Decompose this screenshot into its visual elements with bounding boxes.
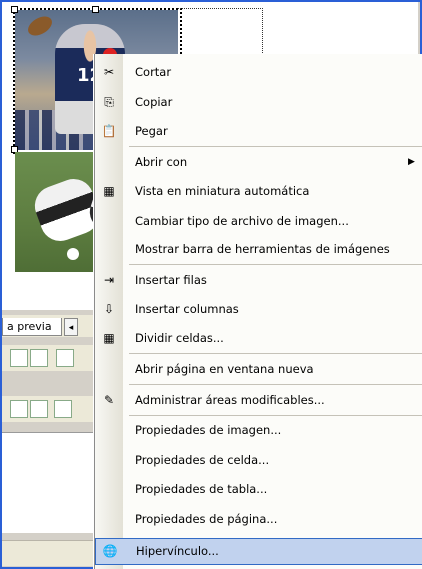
image-tool-icon[interactable] [30, 349, 48, 367]
menu-item-abrir-pagina[interactable]: Abrir página en ventana nueva [95, 357, 422, 381]
menu-item-label: Insertar columnas [135, 302, 239, 316]
status-bar [2, 540, 107, 566]
menu-item-label: Cortar [135, 65, 172, 79]
resize-handle[interactable] [92, 6, 99, 13]
menu-item-prop-imagen[interactable]: Propiedades de imagen... [95, 418, 422, 442]
menu-item-prop-celda[interactable]: Propiedades de celda... [95, 448, 422, 472]
editable-areas-icon: ✎ [103, 393, 115, 407]
hyperlink-icon: 🌐 [102, 544, 118, 558]
split-cells-icon: ▦ [103, 331, 115, 345]
insert-rows-icon: ⇥ [103, 273, 115, 287]
ball [67, 248, 79, 260]
menu-item-label: Abrir con [135, 155, 188, 169]
menu-item-administrar-areas[interactable]: ✎ Administrar áreas modificables... [95, 388, 422, 412]
menu-item-copiar[interactable]: ⎘ Copiar [95, 90, 422, 114]
thumbnail-icon: ▦ [103, 184, 115, 198]
menu-item-abrir-con[interactable]: Abrir con ▶ [95, 150, 422, 174]
scissors-icon: ✂ [103, 65, 115, 79]
menu-item-label: Abrir página en ventana nueva [135, 362, 314, 376]
menu-item-label: Mostrar barra de herramientas de imágene… [135, 242, 390, 256]
menu-separator [129, 384, 422, 385]
text-style-icon[interactable] [54, 400, 72, 418]
menu-item-cortar[interactable]: ✂ Cortar [95, 60, 422, 84]
menu-separator [129, 264, 422, 265]
menu-item-prop-tabla[interactable]: Propiedades de tabla... [95, 477, 422, 501]
menu-item-cambiar-tipo[interactable]: Cambiar tipo de archivo de imagen... [95, 209, 422, 233]
image-tool-icon[interactable] [10, 349, 28, 367]
form-field-icon[interactable] [30, 400, 48, 418]
menu-item-label: Pegar [135, 124, 168, 138]
fill-color-icon[interactable] [56, 349, 74, 367]
toolbar-icon[interactable] [10, 400, 28, 418]
menu-item-label: Propiedades de celda... [135, 453, 270, 467]
menu-item-label: Vista en miniatura automática [135, 184, 310, 198]
menu-item-label: Insertar filas [135, 273, 207, 287]
insert-columns-icon: ⇩ [103, 302, 115, 316]
properties-toolbar [2, 345, 107, 371]
menu-separator [129, 415, 422, 416]
menu-separator [129, 146, 422, 147]
menu-item-insertar-columnas[interactable]: ⇩ Insertar columnas [95, 297, 422, 321]
submenu-arrow-icon: ▶ [408, 157, 415, 167]
menu-item-prop-pagina[interactable]: Propiedades de página... [95, 507, 422, 531]
resize-handle[interactable] [11, 6, 18, 13]
paste-icon: 📋 [101, 124, 117, 138]
context-menu: ✂ Cortar ⎘ Copiar 📋 Pegar Abrir con ▶ ▦ … [94, 54, 422, 569]
menu-item-mostrar-barra[interactable]: Mostrar barra de herramientas de imágene… [95, 237, 422, 261]
menu-item-label: Administrar áreas modificables... [135, 393, 325, 407]
menu-item-label: Hipervínculo... [136, 544, 219, 558]
tab-scroll-left-button[interactable]: ◂ [64, 318, 78, 336]
menu-item-insertar-filas[interactable]: ⇥ Insertar filas [95, 268, 422, 292]
format-toolbar [2, 396, 107, 422]
menu-item-dividir-celdas[interactable]: ▦ Dividir celdas... [95, 326, 422, 350]
properties-panel [2, 432, 107, 533]
menu-item-label: Dividir celdas... [135, 331, 224, 345]
copy-icon: ⎘ [104, 95, 114, 109]
menu-item-pegar[interactable]: 📋 Pegar [95, 119, 422, 143]
menu-item-label: Copiar [135, 95, 173, 109]
menu-item-label: Propiedades de página... [135, 512, 278, 526]
menu-item-label: Cambiar tipo de archivo de imagen... [135, 214, 349, 228]
menu-item-hipervinculo[interactable]: 🌐 Hipervínculo... [95, 538, 422, 565]
tab-preview[interactable]: a previa [2, 318, 62, 336]
menu-item-label: Propiedades de tabla... [135, 482, 268, 496]
menu-separator [129, 353, 422, 354]
menu-item-label: Propiedades de imagen... [135, 423, 282, 437]
menu-item-vista-miniatura[interactable]: ▦ Vista en miniatura automática [95, 179, 422, 203]
